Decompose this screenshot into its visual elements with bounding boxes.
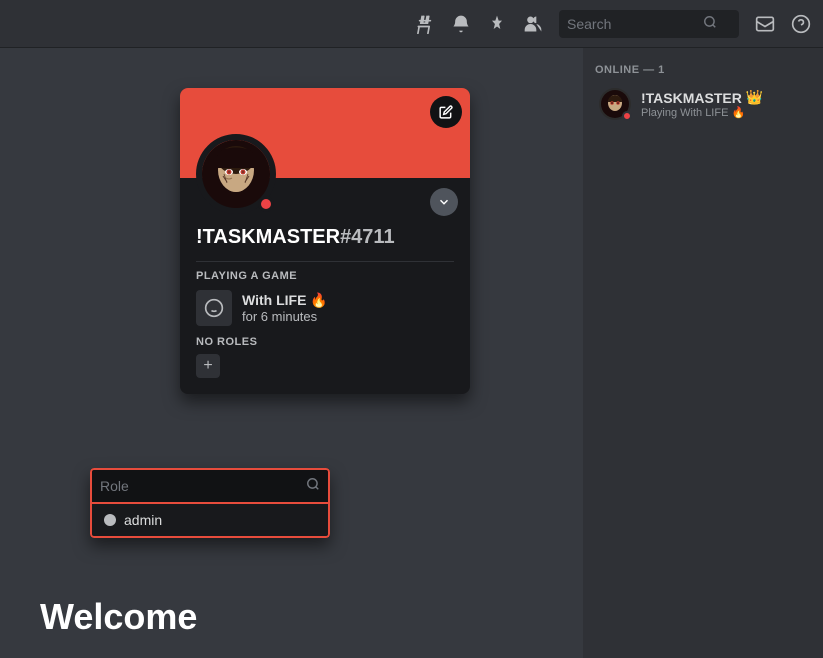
game-info: With LIFE 🔥 for 6 minutes: [242, 292, 328, 324]
profile-avatar-wrap: [196, 134, 276, 214]
search-icon: [703, 15, 717, 32]
chat-area: !TASKMASTER#4711 PLAYING A GAME With LIF…: [0, 48, 583, 658]
role-name: admin: [124, 512, 162, 528]
role-search-input[interactable]: [100, 478, 306, 494]
role-color-dot: [104, 514, 116, 526]
main-content: !TASKMASTER#4711 PLAYING A GAME With LIF…: [0, 48, 823, 658]
profile-popup: !TASKMASTER#4711 PLAYING A GAME With LIF…: [180, 88, 470, 394]
search-bar[interactable]: [559, 10, 739, 38]
members-icon[interactable]: [523, 14, 543, 34]
member-info: !TASKMASTER 👑 Playing With LIFE 🔥: [641, 89, 763, 119]
game-row: With LIFE 🔥 for 6 minutes: [196, 290, 454, 326]
edit-button[interactable]: [430, 96, 462, 128]
profile-banner: [180, 88, 470, 178]
username: !TASKMASTER#4711: [196, 226, 454, 249]
member-name: !TASKMASTER 👑: [641, 89, 763, 106]
member-item[interactable]: !TASKMASTER 👑 Playing With LIFE 🔥: [587, 82, 819, 126]
game-name: With LIFE 🔥: [242, 292, 328, 309]
role-search-icon: [306, 477, 320, 496]
welcome-section: Welcome: [40, 596, 197, 638]
game-icon: [196, 290, 232, 326]
search-input[interactable]: [567, 16, 697, 32]
bell-icon[interactable]: [451, 14, 471, 34]
playing-label: PLAYING A GAME: [196, 270, 454, 282]
member-avatar-wrap: [599, 88, 631, 120]
divider: [196, 261, 454, 262]
member-activity: Playing With LIFE 🔥: [641, 106, 763, 119]
add-role-button[interactable]: +: [196, 354, 220, 378]
dropdown-button[interactable]: [430, 188, 458, 216]
online-header: ONLINE — 1: [583, 48, 823, 82]
role-search-bar[interactable]: [90, 468, 330, 504]
pin-icon[interactable]: [487, 14, 507, 34]
game-duration: for 6 minutes: [242, 309, 328, 324]
role-item-admin[interactable]: admin: [90, 504, 330, 538]
top-nav-bar: [0, 0, 823, 48]
no-roles-label: NO ROLES: [196, 336, 454, 348]
status-indicator: [258, 196, 274, 212]
hashtag-icon[interactable]: [415, 14, 435, 34]
help-icon[interactable]: [791, 14, 811, 34]
role-dropdown: admin: [90, 468, 330, 538]
welcome-heading: Welcome: [40, 596, 197, 638]
inbox-icon[interactable]: [755, 14, 775, 34]
member-status-dot: [622, 111, 632, 121]
right-sidebar: ONLINE — 1 !TA: [583, 48, 823, 658]
